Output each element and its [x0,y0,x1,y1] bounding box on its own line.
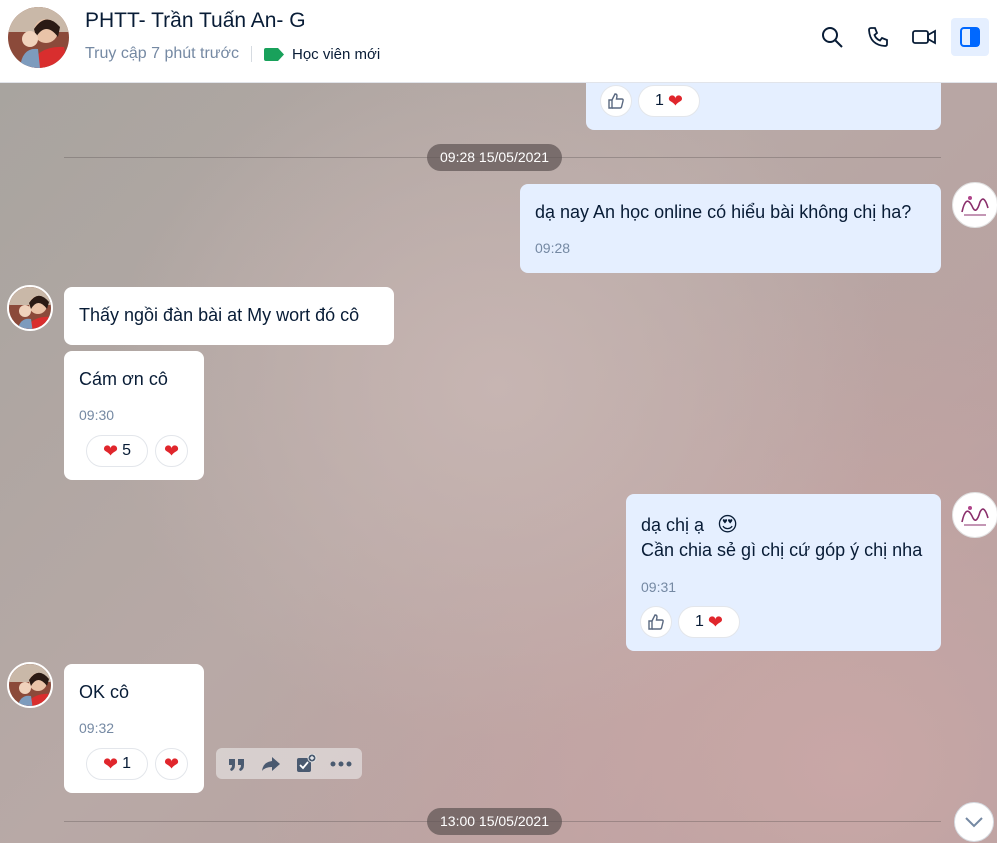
scroll-to-bottom-button[interactable] [954,802,994,842]
message-bubble-incoming[interactable]: OK cô 09:32 ❤ 1 ❤ [64,664,204,793]
separator [251,46,252,62]
message-bubble-outgoing[interactable]: dạ chị ạ 😍 Cần chia sẻ gì chị cứ góp ý c… [626,494,941,651]
date-divider-label: 09:28 15/05/2021 [427,144,562,171]
message-text: Cám ơn cô [79,369,168,389]
my-avatar[interactable] [952,182,997,228]
message-text-line2: Cần chia sẻ gì chị cứ góp ý chị nha [641,540,923,560]
like-reaction-button[interactable] [640,606,672,638]
message-text: dạ nay An học online có hiểu bài không c… [535,202,912,222]
message-bubble-incoming[interactable]: Thấy ngồi đàn bài at My wort đó cô [64,287,394,345]
message-text: dạ chị ạ [641,515,705,535]
message-time: 09:31 [641,579,677,595]
like-reaction-button[interactable] [600,85,632,117]
contact-avatar-small[interactable] [7,662,53,708]
more-options-icon[interactable] [330,761,352,767]
contact-name[interactable]: PHTT- Trần Tuấn An- G [85,9,306,33]
reaction-count: 1 [122,755,131,772]
reaction-count: 5 [122,442,131,459]
heart-react-button[interactable]: ❤ [155,748,188,780]
message-time: 09:30 [79,407,115,423]
thumbs-up-icon [608,93,624,109]
forward-icon[interactable] [260,755,282,773]
heart-icon: ❤ [667,91,683,111]
reaction-count: 1 [695,613,704,630]
message-text: OK cô [79,682,130,702]
contact-avatar-small[interactable] [7,285,53,331]
search-icon [822,27,843,48]
heart-icon: ❤ [163,754,180,774]
reaction-summary[interactable]: 1 ❤ [638,85,700,117]
heart-icon: ❤ [103,754,119,774]
message-time: 09:32 [79,720,115,736]
last-active-status: Truy cập 7 phút trước [85,45,239,62]
chevron-down-icon [965,817,983,828]
video-call-button[interactable] [905,18,943,56]
brand-logo-icon [961,506,989,526]
reaction-count: 1 [655,92,664,109]
heart-icon: ❤ [707,612,723,632]
heart-react-button[interactable]: ❤ [155,435,188,467]
video-icon [912,29,936,45]
chat-header: PHTT- Trần Tuấn An- G Truy cập 7 phút tr… [0,0,997,83]
reaction-summary[interactable]: 1 ❤ [678,606,740,638]
contact-tag-label[interactable]: Học viên mới [292,46,380,63]
heart-icon: ❤ [103,441,119,461]
message-text-line1: dạ chị ạ 😍 [641,512,738,537]
message-bubble-previous[interactable]: 1 ❤ [586,83,941,130]
thumbs-up-icon [648,614,664,630]
message-bubble-incoming[interactable]: Cám ơn cô 09:30 ❤ 5 ❤ [64,351,204,480]
date-divider-label: 13:00 15/05/2021 [427,808,562,835]
toggle-sidebar-button[interactable] [951,18,989,56]
brand-logo-icon [961,196,989,216]
chat-area[interactable]: 1 ❤ 09:28 15/05/2021 dạ nay An học onlin… [0,83,997,843]
sidebar-toggle-icon [960,27,980,47]
call-button[interactable] [859,18,897,56]
contact-avatar[interactable] [8,7,69,68]
message-bubble-outgoing[interactable]: dạ nay An học online có hiểu bài không c… [520,184,941,273]
quote-reply-icon[interactable] [227,755,247,773]
message-actions-toolbar [216,748,362,779]
heart-eyes-emoji: 😍 [717,514,738,536]
message-text: Thấy ngồi đàn bài at My wort đó cô [79,305,360,325]
message-time: 09:28 [535,240,571,256]
search-button[interactable] [813,18,851,56]
tag-icon [264,47,284,61]
phone-icon [868,27,888,47]
my-avatar[interactable] [952,492,997,538]
reaction-summary[interactable]: ❤ 1 [86,748,148,780]
reaction-summary[interactable]: ❤ 5 [86,435,148,467]
header-actions [813,18,989,56]
add-task-icon[interactable] [295,753,317,774]
contact-subline: Truy cập 7 phút trước Học viên mới [85,45,380,63]
heart-icon: ❤ [163,441,180,461]
